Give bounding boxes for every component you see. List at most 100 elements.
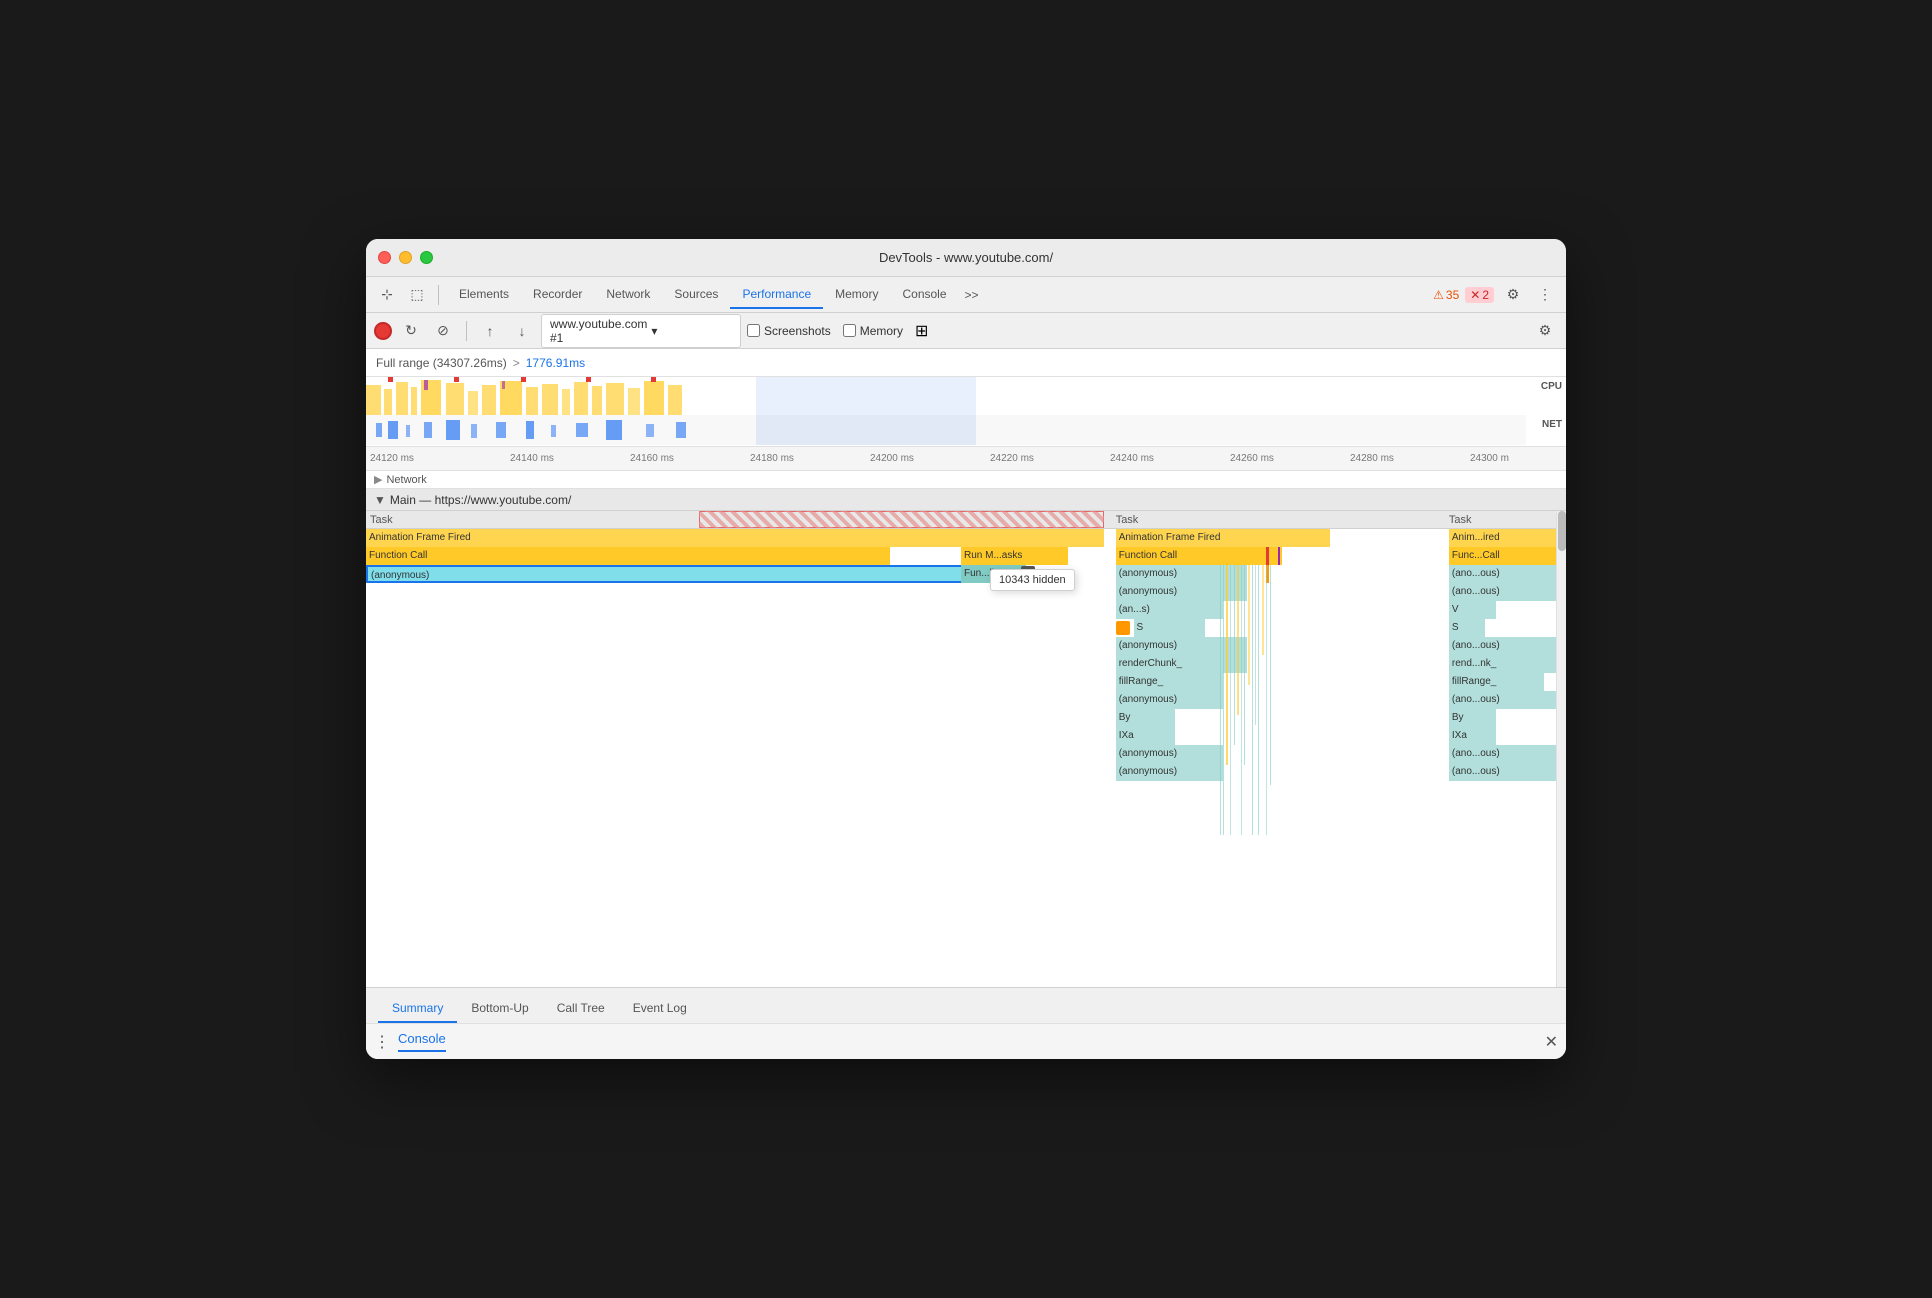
fill-range-block-1[interactable]: fillRange_	[1116, 673, 1223, 691]
full-range[interactable]: Full range (34307.26ms)	[376, 356, 507, 370]
tick-9: 24300 m	[1470, 453, 1509, 464]
devtools-window: DevTools - www.youtube.com/ ⊹ ⬚ Elements…	[366, 239, 1566, 1059]
record-button[interactable]	[374, 322, 392, 340]
flame-area: ▼ Main — https://www.youtube.com/ Task T…	[366, 489, 1566, 987]
network-label: Network	[386, 474, 426, 486]
scrollbar-thumb[interactable]	[1558, 511, 1566, 551]
main-tabs: Elements Recorder Network Sources Perfor…	[447, 281, 985, 309]
run-microtasks-block[interactable]: Run M...asks	[961, 547, 1068, 565]
url-text: www.youtube.com #1	[550, 317, 647, 345]
memory-checkbox[interactable]: Memory	[843, 324, 903, 338]
function-call-block-3[interactable]: Func...Call	[1449, 547, 1556, 565]
tab-call-tree[interactable]: Call Tree	[543, 995, 619, 1023]
warning-badge: ⚠ 35	[1433, 288, 1459, 302]
net-overview	[366, 415, 1526, 445]
anonymous-block-selected[interactable]: (anonymous)	[366, 565, 1021, 583]
vertical-scrollbar[interactable]	[1556, 511, 1566, 987]
function-call-block-2[interactable]: Function Call	[1116, 547, 1283, 565]
device-button[interactable]: ⬚	[404, 282, 430, 308]
tick-4: 24200 ms	[870, 453, 914, 464]
devtools-panel: ⊹ ⬚ Elements Recorder Network Sources Pe…	[366, 277, 1566, 1059]
tab-memory[interactable]: Memory	[823, 281, 890, 309]
anon-row4-1[interactable]: (anonymous)	[1116, 691, 1223, 709]
tab-elements[interactable]: Elements	[447, 281, 521, 309]
fill-range-block-2[interactable]: fillRange_	[1449, 673, 1544, 691]
error-icon: ✕	[1470, 288, 1480, 302]
inspect-button[interactable]: ⊹	[374, 282, 400, 308]
reload-button[interactable]: ↻	[398, 318, 424, 344]
flame-chart[interactable]: Task Task Task Animation Frame Fired Ani…	[366, 511, 1566, 987]
animation-frame-block-3[interactable]: Anim...ired	[1449, 529, 1556, 547]
memory-label: Memory	[860, 324, 903, 338]
anon-row5-2[interactable]: (ano...ous)	[1449, 745, 1556, 763]
tick-1: 24140 ms	[510, 453, 554, 464]
task-label-3: Task	[1449, 514, 1472, 526]
close-button[interactable]	[378, 251, 391, 264]
time-ruler: 24120 ms 24140 ms 24160 ms 24180 ms 2420…	[366, 447, 1566, 471]
more-tabs-button[interactable]: >>	[959, 284, 985, 306]
tab-event-log[interactable]: Event Log	[619, 995, 701, 1023]
indicator-1	[1266, 547, 1269, 565]
more-options-button[interactable]: ⋮	[1532, 282, 1558, 308]
dense-calls-svg	[1218, 565, 1458, 835]
net-label: NET	[1542, 419, 1562, 430]
anonymous-block-3[interactable]: (ano...ous)	[1449, 565, 1556, 583]
console-tab[interactable]: Console	[398, 1031, 446, 1052]
tab-recorder[interactable]: Recorder	[521, 281, 594, 309]
collapse-icon: ▼	[374, 493, 386, 507]
tick-6: 24240 ms	[1110, 453, 1154, 464]
warning-count: 35	[1446, 288, 1459, 302]
anon-row4-2[interactable]: (ano...ous)	[1449, 691, 1556, 709]
s-block[interactable]: S	[1134, 619, 1205, 637]
anon-row6-2[interactable]: (ano...ous)	[1449, 763, 1556, 781]
main-title: Main — https://www.youtube.com/	[390, 493, 571, 507]
anon-row6-1[interactable]: (anonymous)	[1116, 763, 1223, 781]
tab-bottom-up[interactable]: Bottom-Up	[457, 995, 542, 1023]
checkboxes: Screenshots Memory ⊞	[747, 321, 928, 341]
expand-icon: ▶	[374, 473, 382, 486]
divider-1	[438, 285, 439, 305]
fun-ll-block[interactable]: Fun...ll	[961, 565, 1026, 583]
tab-console[interactable]: Console	[890, 281, 958, 309]
task-label-2: Task	[1116, 514, 1139, 526]
perf-settings-button[interactable]: ⚙	[1532, 318, 1558, 344]
settings-button[interactable]: ⚙	[1500, 282, 1526, 308]
an-s-block[interactable]: (an...s)	[1116, 601, 1223, 619]
maximize-button[interactable]	[420, 251, 433, 264]
cpu-label: CPU	[1541, 381, 1562, 392]
clear-button[interactable]: ⊘	[430, 318, 456, 344]
minimize-button[interactable]	[399, 251, 412, 264]
tab-summary[interactable]: Summary	[378, 995, 457, 1023]
bottom-tabs: Summary Bottom-Up Call Tree Event Log	[366, 987, 1566, 1023]
anon-block-b[interactable]: (ano...ous)	[1449, 637, 1556, 655]
render-chunk-block-2[interactable]: rend...nk_	[1449, 655, 1556, 673]
url-chevron: ▾	[651, 324, 732, 338]
tick-0: 24120 ms	[370, 453, 414, 464]
by-block-1[interactable]: By	[1116, 709, 1176, 727]
screenshots-checkbox[interactable]: Screenshots	[747, 324, 831, 338]
expand-dropdown-button[interactable]: ▼	[1021, 566, 1035, 582]
download-button[interactable]: ↓	[509, 318, 535, 344]
animation-frame-row: Animation Frame Fired Animation Frame Fi…	[366, 529, 1556, 547]
error-count: 2	[1482, 288, 1489, 302]
url-selector[interactable]: www.youtube.com #1 ▾	[541, 314, 741, 348]
toolbar-right: ⚠ 35 ✕ 2 ⚙ ⋮	[1433, 282, 1558, 308]
tick-3: 24180 ms	[750, 453, 794, 464]
console-menu-button[interactable]: ⋮	[374, 1032, 390, 1052]
network-section-row[interactable]: ▶ Network	[366, 471, 1566, 489]
tab-performance[interactable]: Performance	[730, 281, 823, 309]
tab-sources[interactable]: Sources	[662, 281, 730, 309]
ixa-block-1[interactable]: IXa	[1116, 727, 1176, 745]
function-call-block-1[interactable]: Function Call	[366, 547, 890, 565]
tab-network[interactable]: Network	[594, 281, 662, 309]
anon-row5-1[interactable]: (anonymous)	[1116, 745, 1223, 763]
upload-button[interactable]: ↑	[477, 318, 503, 344]
warning-icon: ⚠	[1433, 288, 1444, 302]
main-toolbar: ⊹ ⬚ Elements Recorder Network Sources Pe…	[366, 277, 1566, 313]
breadcrumb-arrow: >	[513, 356, 520, 370]
animation-frame-block-2[interactable]: Animation Frame Fired	[1116, 529, 1330, 547]
animation-frame-block-1[interactable]: Animation Frame Fired	[366, 529, 1104, 547]
timeline-overview[interactable]: CPU	[366, 377, 1566, 447]
anonymous-row2-block-2[interactable]: (ano...ous)	[1449, 583, 1556, 601]
console-close-button[interactable]: ✕	[1545, 1032, 1558, 1052]
